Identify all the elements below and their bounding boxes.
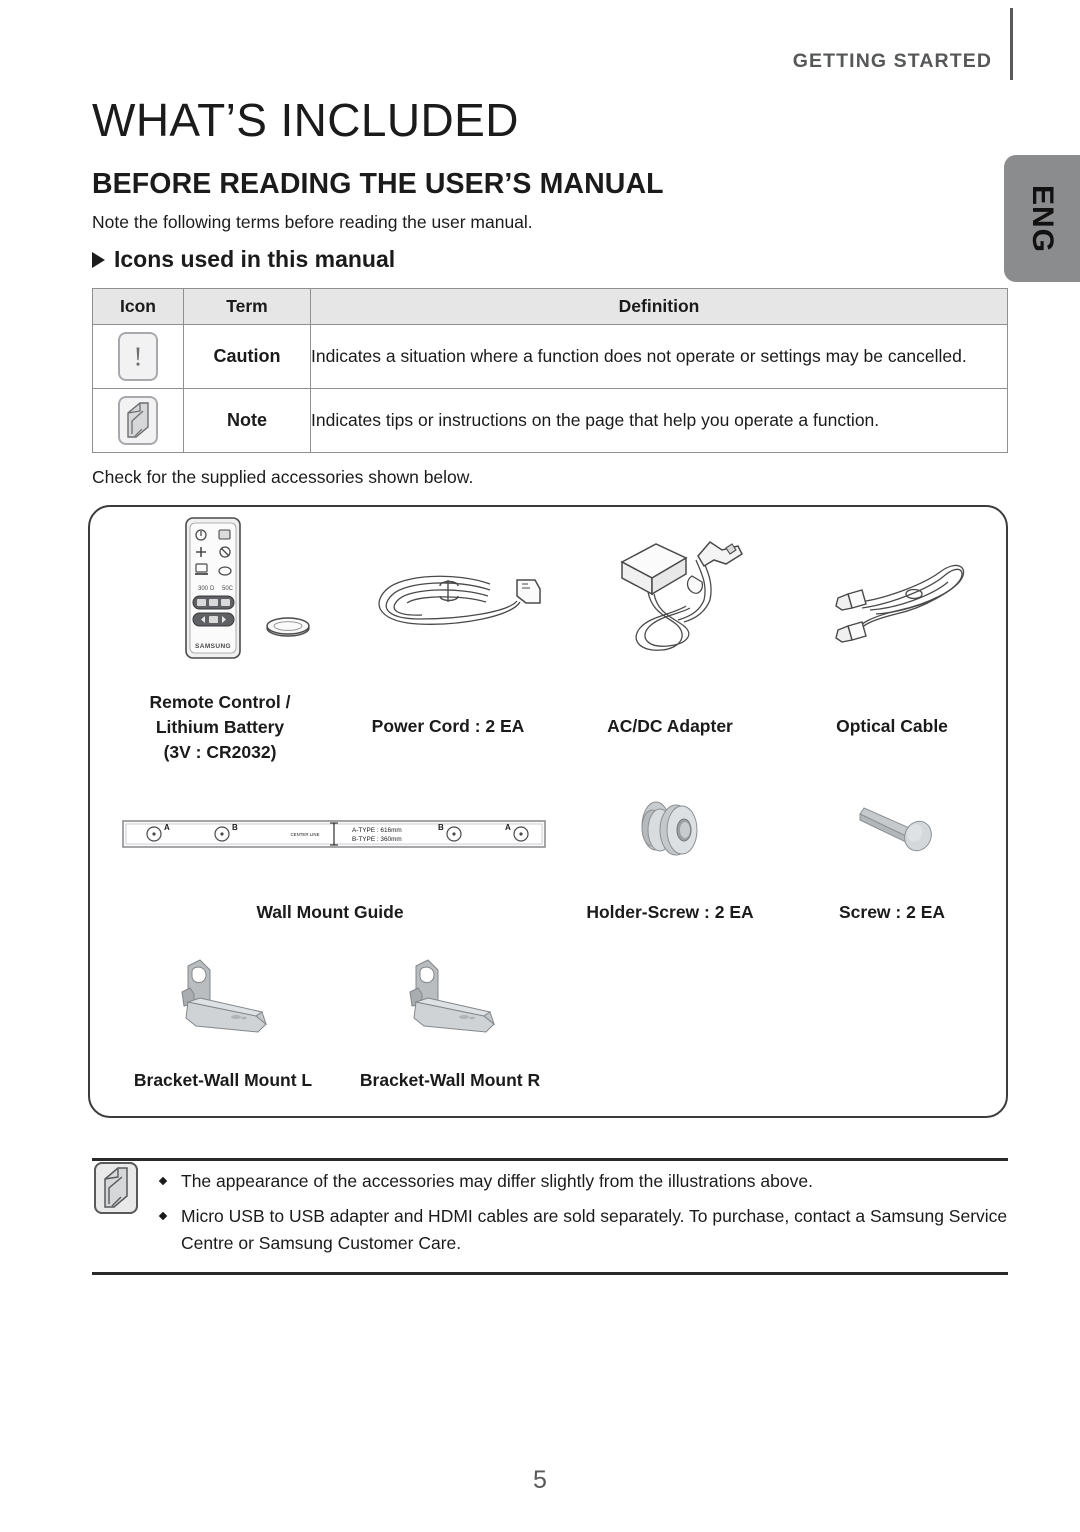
note-divider-top xyxy=(92,1158,1008,1161)
accessory-label-power-cord: Power Cord : 2 EA xyxy=(371,716,525,736)
section-title: BEFORE READING THE USER’S MANUAL xyxy=(92,168,664,200)
column-header-icon: Icon xyxy=(92,288,184,325)
note-text: The appearance of the accessories may di… xyxy=(181,1171,813,1191)
triangle-bullet-icon xyxy=(92,252,105,268)
accessory-label-screw: Screw : 2 EA xyxy=(838,902,946,922)
power-cord-icon xyxy=(362,556,552,671)
table-header-row: Icon Term Definition xyxy=(92,288,1008,325)
ac-dc-adapter-icon xyxy=(600,524,770,674)
screw-icon xyxy=(852,798,942,865)
svg-text:SAMSUNG: SAMSUNG xyxy=(195,643,231,650)
running-head: GETTING STARTED xyxy=(792,50,992,72)
header-rule xyxy=(1010,8,1013,80)
table-row: Caution Indicates a situation where a fu… xyxy=(92,324,1008,389)
note-text: Micro USB to USB adapter and HDMI cables… xyxy=(181,1206,1008,1253)
accessory-label-remote-control: Remote Control / Lithium Battery (3V : C… xyxy=(149,692,291,762)
caution-icon-cell xyxy=(92,324,184,389)
svg-text:A: A xyxy=(505,823,511,832)
caution-icon xyxy=(118,332,158,381)
note-icon-cell xyxy=(92,388,184,453)
remote-control-icon: 300 D 50C SAMSUNG xyxy=(178,514,338,669)
intro-text: Note the following terms before reading … xyxy=(92,212,533,232)
svg-text:A-TYPE : 616mm: A-TYPE : 616mm xyxy=(352,827,402,834)
term-caution: Caution xyxy=(183,324,311,389)
note-list-item: The appearance of the accessories may di… xyxy=(152,1168,1012,1194)
note-icon xyxy=(118,396,158,445)
bullet-icon xyxy=(158,1212,168,1221)
page-title: WHAT’S INCLUDED xyxy=(92,94,519,146)
icons-table: Icon Term Definition Caution Indicates a… xyxy=(92,288,1008,453)
definition-note: Indicates tips or instructions on the pa… xyxy=(310,388,1008,453)
table-row: Note Indicates tips or instructions on t… xyxy=(92,388,1008,453)
bullet-icon xyxy=(158,1176,168,1186)
column-header-term: Term xyxy=(183,288,311,325)
accessory-label-bracket-r: Bracket-Wall Mount R xyxy=(359,1070,541,1090)
svg-text:B: B xyxy=(438,823,444,832)
accessory-label-holder-screw: Holder-Screw : 2 EA xyxy=(586,902,754,922)
wall-mount-guide-icon: A B CENTER LINE A-TYPE : 616mm B-TYPE : … xyxy=(122,815,546,860)
note-icon xyxy=(94,1162,138,1214)
page-number: 5 xyxy=(533,1466,547,1494)
optical-cable-icon xyxy=(818,552,983,672)
accessory-label-optical-cable: Optical Cable xyxy=(836,716,948,736)
subsection-heading-label: Icons used in this manual xyxy=(114,246,396,272)
svg-text:CENTER LINE: CENTER LINE xyxy=(290,832,319,837)
definition-caution: Indicates a situation where a function d… xyxy=(310,324,1008,389)
accessory-label-wall-mount-guide: Wall Mount Guide xyxy=(256,902,404,922)
subsection-heading: Icons used in this manual xyxy=(92,246,395,273)
bracket-wall-mount-l-icon xyxy=(170,948,290,1053)
note-list-item: Micro USB to USB adapter and HDMI cables… xyxy=(152,1203,1012,1256)
note-divider-bottom xyxy=(92,1272,1008,1275)
svg-text:B-TYPE : 360mm: B-TYPE : 360mm xyxy=(352,836,402,843)
language-tab-eng: ENG xyxy=(1004,155,1080,282)
svg-text:A: A xyxy=(164,823,170,832)
column-header-definition: Definition xyxy=(310,288,1008,325)
svg-text:D: D xyxy=(210,586,215,592)
svg-text:50C: 50C xyxy=(222,586,234,592)
term-note: Note xyxy=(183,388,311,453)
bracket-wall-mount-r-icon xyxy=(398,948,518,1053)
language-tab-label: ENG xyxy=(1026,184,1059,253)
svg-text:B: B xyxy=(232,823,238,832)
holder-screw-icon xyxy=(630,790,726,875)
notes-list: The appearance of the accessories may di… xyxy=(152,1168,1012,1265)
accessory-label-bracket-l: Bracket-Wall Mount L xyxy=(133,1070,313,1090)
accessory-label-ac-dc-adapter: AC/DC Adapter xyxy=(607,716,733,736)
svg-text:300: 300 xyxy=(198,586,209,592)
check-accessories-text: Check for the supplied accessories shown… xyxy=(92,467,474,487)
